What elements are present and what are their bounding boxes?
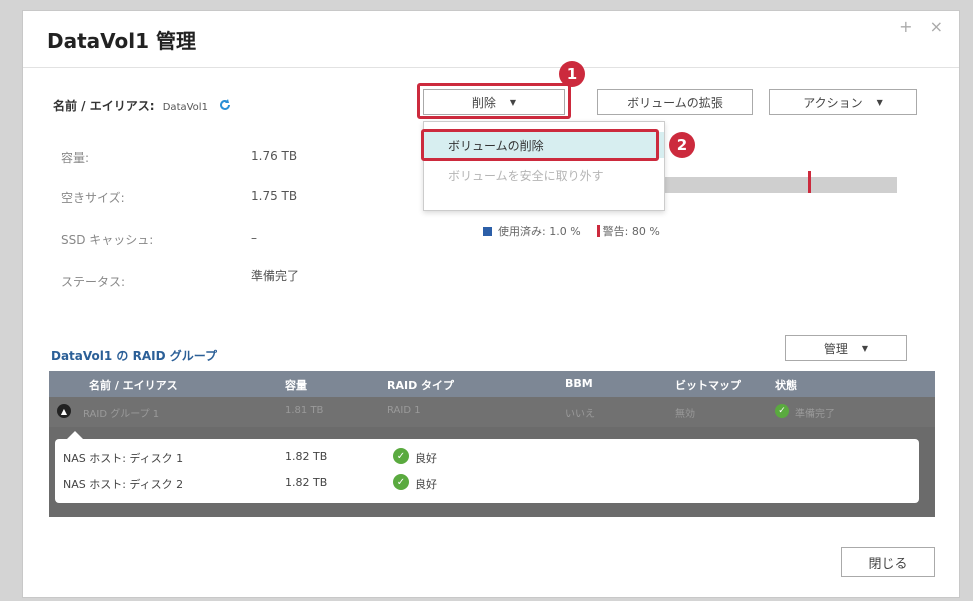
used-legend-label: 使用済み: 1.0 % [498,225,581,238]
table-header: 名前 / エイリアス 容量 RAID タイプ BBM ビットマップ 状態 [49,371,935,397]
refresh-icon[interactable] [218,98,232,115]
ssd-cache-label: SSD キャッシュ: [61,233,154,247]
table-row[interactable]: NAS ホスト: ディスク 1 1.82 TB ✓ 良好 [55,445,919,469]
step-badge-1: 1 [559,61,585,87]
disk-name: NAS ホスト: ディスク 2 [63,478,184,491]
dialog-title: DataVol1 管理 [47,29,197,53]
status-value: 準備完了 [251,269,300,283]
close-button[interactable]: 閉じる [841,547,935,577]
chevron-down-icon: ▼ [861,343,869,353]
raid-group-table: 名前 / エイリアス 容量 RAID タイプ BBM ビットマップ 状態 ▲ R… [49,371,935,517]
manage-button[interactable]: 管理 ▼ [785,335,907,361]
column-header-raid-type[interactable]: RAID タイプ [387,377,454,393]
disk-capacity: 1.82 TB [285,450,328,463]
menu-item-safely-remove-volume[interactable]: ボリュームを安全に取り外す [424,162,664,188]
usage-legend: 使用済み: 1.0 % 警告: 80 % [483,223,660,239]
volume-management-dialog: DataVol1 管理 + × 名前 / エイリアス: DataVol1 容量:… [22,10,960,598]
used-swatch [483,226,492,236]
group-capacity: 1.81 TB [285,405,324,416]
volume-name-row: 名前 / エイリアス: DataVol1 [53,97,232,115]
group-raid-type: RAID 1 [387,405,421,416]
disk-panel: NAS ホスト: ディスク 1 1.82 TB ✓ 良好 NAS ホスト: ディ… [55,439,919,503]
disk-name: NAS ホスト: ディスク 1 [63,452,184,465]
action-button-label: アクション [803,95,863,110]
name-label: 名前 / エイリアス: [53,99,155,113]
warning-legend-label: 警告: 80 % [602,225,660,238]
usage-bar [659,177,897,193]
warning-threshold-marker [808,171,811,193]
disk-capacity: 1.82 TB [285,476,328,489]
panel-notch [67,431,83,439]
name-value: DataVol1 [162,102,208,113]
manage-button-label: 管理 [823,341,848,356]
group-bbm: いいえ [565,409,595,420]
group-name: RAID グループ 1 [83,409,160,420]
check-icon: ✓ [393,474,409,490]
status-label: ステータス: [61,275,126,289]
check-icon: ✓ [393,448,409,464]
column-header-status[interactable]: 状態 [775,377,797,393]
capacity-value: 1.76 TB [251,149,298,163]
group-bitmap: 無効 [675,409,695,420]
chevron-down-icon: ▼ [876,97,883,107]
expand-volume-button[interactable]: ボリュームの拡張 [597,89,753,115]
column-header-name[interactable]: 名前 / エイリアス [89,377,178,393]
warning-swatch [596,225,600,237]
disk-status: 良好 [415,452,437,465]
dialog-titlebar: DataVol1 管理 + × [23,11,959,68]
column-header-bbm[interactable]: BBM [565,377,593,390]
disk-status: 良好 [415,478,437,491]
step-badge-2: 2 [669,132,695,158]
action-button[interactable]: アクション ▼ [769,89,917,115]
column-header-capacity[interactable]: 容量 [285,377,307,393]
table-row[interactable]: NAS ホスト: ディスク 2 1.82 TB ✓ 良好 [55,471,919,495]
raid-group-row[interactable]: ▲ RAID グループ 1 1.81 TB RAID 1 いいえ 無効 ✓ 準備… [49,397,935,427]
raid-group-title: DataVol1 の RAID グループ [51,349,217,363]
delete-button-highlight [417,83,571,119]
window-controls[interactable]: + × [899,17,949,36]
free-size-value: 1.75 TB [251,189,298,203]
column-header-bitmap[interactable]: ビットマップ [675,377,741,393]
check-icon: ✓ [775,404,789,418]
collapse-icon[interactable]: ▲ [57,404,71,418]
capacity-label: 容量: [61,151,90,165]
ssd-cache-value: – [251,231,257,245]
delete-volume-highlight [421,129,659,161]
free-size-label: 空きサイズ: [61,191,125,205]
group-status: 準備完了 [795,409,835,420]
